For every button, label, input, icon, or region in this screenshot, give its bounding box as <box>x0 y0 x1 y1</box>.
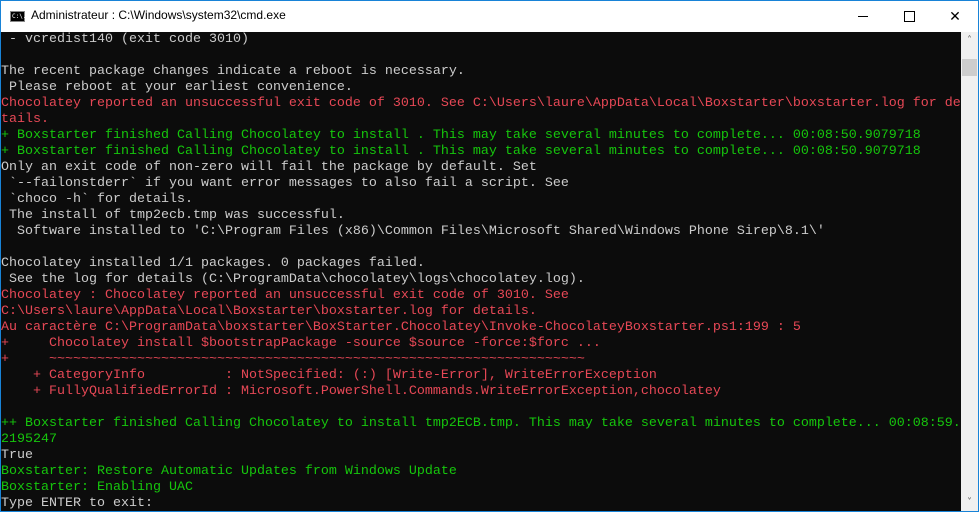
window-title: Administrateur : C:\Windows\system32\cmd… <box>31 8 286 22</box>
close-icon: ✕ <box>949 8 961 24</box>
console-line: Boxstarter: Restore Automatic Updates fr… <box>1 464 457 479</box>
console-line: tails. <box>1 112 49 127</box>
console-line: Chocolatey reported an unsuccessful exit… <box>1 96 961 111</box>
title-bar[interactable]: C:\. Administrateur : C:\Windows\system3… <box>1 1 978 32</box>
scrollbar-thumb[interactable] <box>962 59 977 76</box>
maximize-button[interactable] <box>886 1 932 32</box>
console-line: + ~~~~~~~~~~~~~~~~~~~~~~~~~~~~~~~~~~~~~~… <box>1 352 585 367</box>
console-line: Chocolatey : Chocolatey reported an unsu… <box>1 288 569 303</box>
console-line: Please reboot at your earliest convenien… <box>1 80 353 95</box>
console-line: ++ Boxstarter finished Calling Chocolate… <box>1 416 961 431</box>
scroll-down-icon[interactable]: ˅ <box>961 494 978 511</box>
console-line: True <box>1 448 33 463</box>
cmd-icon: C:\. <box>10 11 27 22</box>
console-line: The recent package changes indicate a re… <box>1 64 465 79</box>
console-line: `--failonstderr` if you want error messa… <box>1 176 569 191</box>
console-line: + FullyQualifiedErrorId : Microsoft.Powe… <box>1 384 721 399</box>
console-line: `choco -h` for details. <box>1 192 193 207</box>
cmd-window: C:\. Administrateur : C:\Windows\system3… <box>0 0 979 512</box>
console-line: See the log for details (C:\ProgramData\… <box>1 272 585 287</box>
console-line: 2195247 <box>1 432 57 447</box>
console-line: Chocolatey installed 1/1 packages. 0 pac… <box>1 256 425 271</box>
console-line: Only an exit code of non-zero will fail … <box>1 160 537 175</box>
maximize-icon <box>903 11 915 22</box>
console-line: + Boxstarter finished Calling Chocolatey… <box>1 128 921 143</box>
console-line: Boxstarter: Enabling UAC <box>1 480 193 495</box>
console-line: + Chocolatey install $bootstrapPackage -… <box>1 336 601 351</box>
minimize-icon <box>858 16 868 17</box>
console-line: Type ENTER to exit: <box>1 496 153 511</box>
console-line: - vcredist140 (exit code 3010) <box>1 32 249 47</box>
vertical-scrollbar[interactable]: ˄ ˅ <box>961 32 978 511</box>
console-line: + Boxstarter finished Calling Chocolatey… <box>1 144 921 159</box>
console-line: + CategoryInfo : NotSpecified: (:) [Writ… <box>1 368 657 383</box>
console-output[interactable]: - vcredist140 (exit code 3010) The recent… <box>1 32 961 511</box>
minimize-button[interactable] <box>840 1 886 32</box>
console-line: Software installed to 'C:\Program Files … <box>1 224 825 239</box>
console-line: C:\Users\laure\AppData\Local\Boxstarter\… <box>1 304 537 319</box>
close-button[interactable]: ✕ <box>932 1 978 32</box>
console-line: The install of tmp2ecb.tmp was successfu… <box>1 208 345 223</box>
scroll-up-icon[interactable]: ˄ <box>961 32 978 49</box>
console-line: Au caractère C:\ProgramData\boxstarter\B… <box>1 320 801 335</box>
